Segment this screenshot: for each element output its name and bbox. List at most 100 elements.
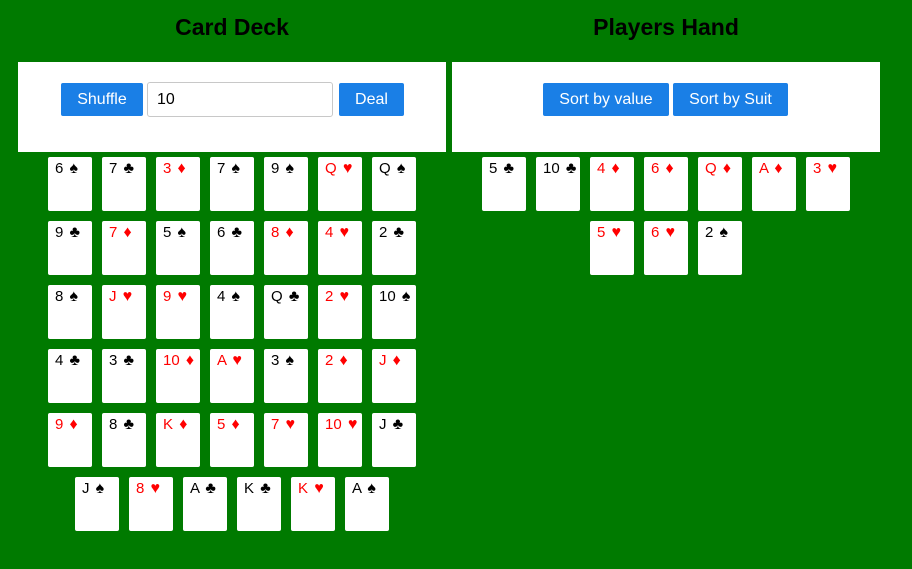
card-suit-icon: ♦ (185, 352, 195, 369)
playing-card[interactable]: J ♦ (372, 349, 416, 403)
card-suit-icon: ♣ (205, 480, 216, 497)
hand-controls-panel: Sort by value Sort by Suit (452, 62, 880, 152)
playing-card[interactable]: 2 ♣ (372, 221, 416, 275)
playing-card[interactable]: 9 ♠ (264, 157, 308, 211)
card-rank: 6 (55, 160, 64, 177)
card-rank: 5 (597, 224, 606, 241)
playing-card[interactable]: 3 ♥ (806, 157, 850, 211)
playing-card[interactable]: 10 ♦ (156, 349, 200, 403)
deal-button[interactable]: Deal (339, 83, 404, 116)
playing-card[interactable]: A ♣ (183, 477, 227, 531)
playing-card[interactable]: 9 ♣ (48, 221, 92, 275)
card-suit-icon: ♣ (503, 160, 515, 177)
card-rank: 9 (163, 288, 172, 305)
card-rank: A (352, 480, 362, 497)
card-suit-icon: ♠ (69, 160, 79, 177)
playing-card[interactable]: 10 ♣ (536, 157, 580, 211)
sort-by-suit-button[interactable]: Sort by Suit (673, 83, 788, 116)
playing-card[interactable]: J ♥ (102, 285, 146, 339)
playing-card[interactable]: 8 ♦ (264, 221, 308, 275)
card-suit-icon: ♣ (123, 416, 135, 433)
card-suit-icon: ♦ (665, 160, 674, 177)
playing-card[interactable]: 3 ♣ (102, 349, 146, 403)
card-rank: A (217, 352, 227, 369)
playing-card[interactable]: Q ♥ (318, 157, 362, 211)
playing-card[interactable]: A ♠ (345, 477, 389, 531)
card-suit-icon: ♣ (231, 224, 243, 241)
card-rank: A (190, 480, 200, 497)
playing-card[interactable]: 8 ♥ (129, 477, 173, 531)
card-suit-icon: ♣ (69, 224, 81, 241)
card-rank: 6 (651, 160, 660, 177)
playing-card[interactable]: J ♣ (372, 413, 416, 467)
playing-card[interactable]: 5 ♥ (590, 221, 634, 275)
playing-card[interactable]: 10 ♠ (372, 285, 416, 339)
playing-card[interactable]: 6 ♥ (644, 221, 688, 275)
card-suit-icon: ♠ (69, 288, 79, 305)
playing-card[interactable]: 8 ♣ (102, 413, 146, 467)
playing-card[interactable]: 3 ♦ (156, 157, 200, 211)
playing-card[interactable]: A ♥ (210, 349, 254, 403)
shuffle-button[interactable]: Shuffle (61, 83, 143, 116)
card-suit-icon: ♦ (69, 416, 78, 433)
card-rank: Q (379, 160, 391, 177)
playing-card[interactable]: 5 ♣ (482, 157, 526, 211)
card-suit-icon: ♥ (347, 416, 358, 433)
card-suit-icon: ♣ (260, 480, 271, 497)
playing-card[interactable]: 4 ♥ (318, 221, 362, 275)
card-rank: J (82, 480, 90, 497)
playing-card[interactable]: 3 ♠ (264, 349, 308, 403)
hand-card-area: 5 ♣ 10 ♣ 4 ♦ 6 ♦ Q ♦ A ♦ 3 ♥ 5 ♥ 6 ♥ 2 ♠ (452, 157, 880, 285)
deal-count-input[interactable] (147, 82, 333, 117)
playing-card[interactable]: K ♥ (291, 477, 335, 531)
playing-card[interactable]: 2 ♠ (698, 221, 742, 275)
card-rank: 5 (217, 416, 226, 433)
card-rank: J (379, 416, 387, 433)
card-suit-icon: ♦ (392, 352, 401, 369)
playing-card[interactable]: 9 ♦ (48, 413, 92, 467)
card-suit-icon: ♦ (231, 416, 240, 433)
playing-card[interactable]: 6 ♦ (644, 157, 688, 211)
card-rank: 10 (379, 288, 396, 305)
playing-card[interactable]: 7 ♥ (264, 413, 308, 467)
playing-card[interactable]: 7 ♦ (102, 221, 146, 275)
playing-card[interactable]: 5 ♦ (210, 413, 254, 467)
playing-card[interactable]: 4 ♦ (590, 157, 634, 211)
playing-card[interactable]: Q ♣ (264, 285, 308, 339)
card-row: 5 ♣ 10 ♣ 4 ♦ 6 ♦ Q ♦ A ♦ 3 ♥ (452, 157, 880, 211)
card-rank: 3 (109, 352, 118, 369)
card-suit-icon: ♦ (611, 160, 620, 177)
card-suit-icon: ♣ (393, 224, 405, 241)
card-rank: 7 (109, 224, 118, 241)
playing-card[interactable]: 7 ♣ (102, 157, 146, 211)
playing-card[interactable]: A ♦ (752, 157, 796, 211)
sort-by-value-button[interactable]: Sort by value (543, 83, 669, 116)
playing-card[interactable]: Q ♠ (372, 157, 416, 211)
playing-card[interactable]: 6 ♠ (48, 157, 92, 211)
playing-card[interactable]: K ♦ (156, 413, 200, 467)
card-rank: Q (325, 160, 337, 177)
deck-controls-panel: Shuffle Deal (18, 62, 446, 152)
playing-card[interactable]: 6 ♣ (210, 221, 254, 275)
card-suit-icon: ♣ (392, 416, 404, 433)
playing-card[interactable]: 2 ♦ (318, 349, 362, 403)
playing-card[interactable]: 4 ♣ (48, 349, 92, 403)
card-suit-icon: ♥ (611, 224, 622, 241)
card-rank: 10 (325, 416, 342, 433)
card-rank: 3 (163, 160, 172, 177)
playing-card[interactable]: 4 ♠ (210, 285, 254, 339)
playing-card[interactable]: 10 ♥ (318, 413, 362, 467)
playing-card[interactable]: Q ♦ (698, 157, 742, 211)
playing-card[interactable]: 5 ♠ (156, 221, 200, 275)
playing-card[interactable]: 7 ♠ (210, 157, 254, 211)
playing-card[interactable]: 9 ♥ (156, 285, 200, 339)
card-rank: K (244, 480, 255, 497)
playing-card[interactable]: J ♠ (75, 477, 119, 531)
playing-card[interactable]: K ♣ (237, 477, 281, 531)
playing-card[interactable]: 8 ♠ (48, 285, 92, 339)
card-row: 6 ♠ 7 ♣ 3 ♦ 7 ♠ 9 ♠ Q ♥ Q ♠ (18, 157, 446, 211)
card-suit-icon: ♣ (565, 160, 577, 177)
card-suit-icon: ♣ (123, 352, 135, 369)
playing-card[interactable]: 2 ♥ (318, 285, 362, 339)
card-rank: 8 (136, 480, 145, 497)
